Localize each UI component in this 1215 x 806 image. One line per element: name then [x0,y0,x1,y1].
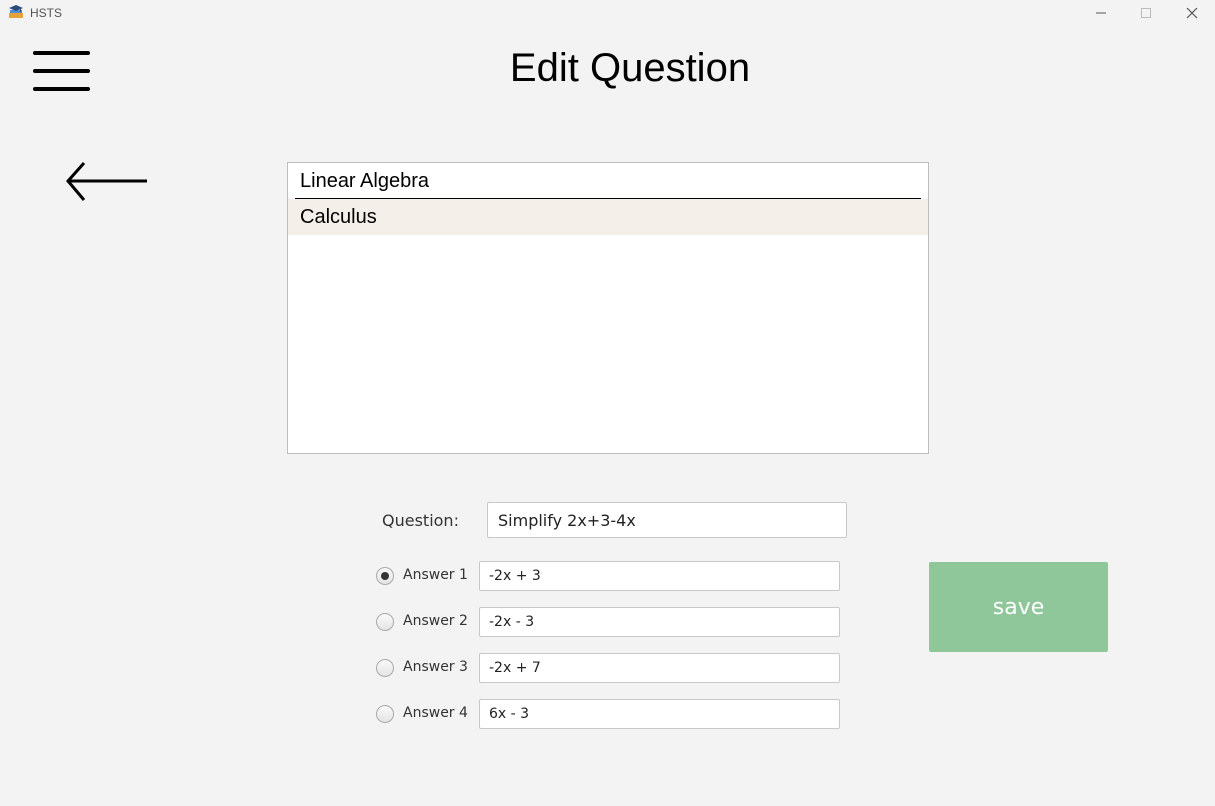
answer-2-label: Answer 2 [403,613,468,629]
answer-row-3: Answer 3 [376,653,846,683]
minimize-icon [1096,12,1106,14]
question-label: Question: [382,511,459,530]
maximize-icon [1141,8,1151,18]
answer-2-input[interactable] [479,607,840,637]
list-item[interactable]: Linear Algebra [288,163,928,199]
answer-row-1: Answer 1 [376,561,846,591]
answer-1-radio[interactable] [376,567,394,585]
app-window: HSTS Edit Question Linear Algebra Calcul… [0,0,1215,806]
hamburger-line [33,69,90,73]
answer-4-input[interactable] [479,699,840,729]
answer-4-radio[interactable] [376,705,394,723]
hamburger-line [33,87,90,91]
save-button[interactable]: save [929,562,1108,652]
list-item[interactable]: Calculus [288,199,928,235]
close-icon [1186,7,1198,19]
answer-4-label: Answer 4 [403,705,468,721]
answer-1-input[interactable] [479,561,840,591]
title-bar: HSTS [0,0,1215,26]
subject-list[interactable]: Linear Algebra Calculus [287,162,929,454]
answer-3-label: Answer 3 [403,659,468,675]
hamburger-line [33,51,90,55]
hamburger-menu-icon[interactable] [33,51,91,92]
answer-row-2: Answer 2 [376,607,846,637]
question-input[interactable] [487,502,847,538]
answer-2-radio[interactable] [376,613,394,631]
app-title: HSTS [30,6,63,20]
page-title: Edit Question [509,46,751,90]
maximize-button[interactable] [1123,0,1169,26]
back-arrow-icon[interactable] [64,160,150,204]
answer-row-4: Answer 4 [376,699,846,729]
close-button[interactable] [1169,0,1215,26]
answer-3-input[interactable] [479,653,840,683]
app-icon [9,5,23,18]
minimize-button[interactable] [1078,0,1124,26]
answer-1-label: Answer 1 [403,567,468,583]
answer-3-radio[interactable] [376,659,394,677]
